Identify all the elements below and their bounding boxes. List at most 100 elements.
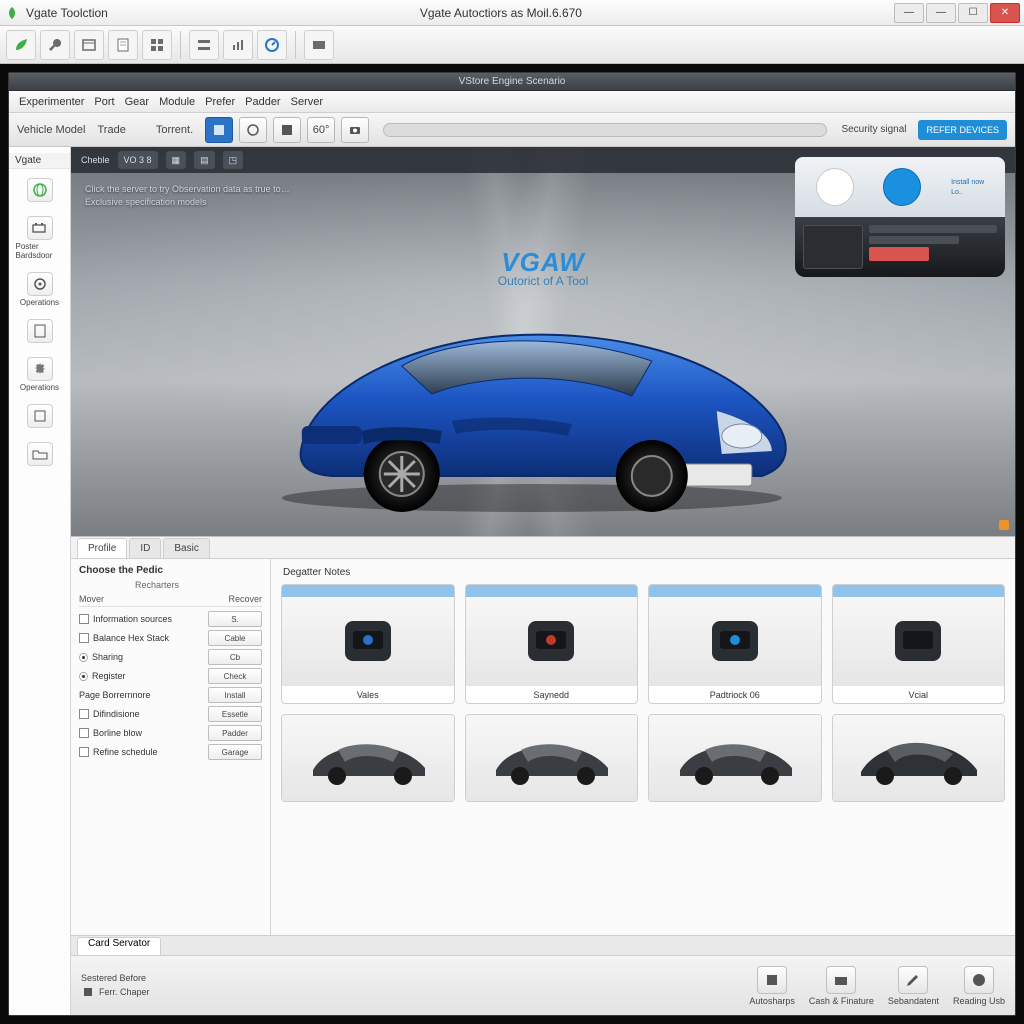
maximize-button[interactable]: ☐: [958, 3, 988, 23]
checkbox[interactable]: [79, 728, 89, 738]
status-item[interactable]: Cash & Finature: [809, 966, 874, 1006]
option-button[interactable]: Check: [208, 668, 262, 684]
globe-icon: [27, 178, 53, 202]
sidebar-item[interactable]: [16, 439, 64, 471]
hero-chip[interactable]: VO 3 8: [118, 151, 158, 169]
menu-item[interactable]: Experimenter: [19, 96, 84, 108]
checkbox[interactable]: [79, 633, 89, 643]
workspace: VStore Engine Scenario Experimenter Port…: [0, 64, 1024, 1024]
status-item[interactable]: Autosharps: [749, 966, 795, 1006]
tab-basic[interactable]: Basic: [163, 538, 209, 558]
folder-icon: [27, 442, 53, 466]
close-button[interactable]: ✕: [990, 3, 1020, 23]
hero-chip[interactable]: ▦: [166, 151, 187, 169]
sidebar-item[interactable]: Poster Bardsdoor: [16, 213, 64, 263]
menu-item[interactable]: Padder: [245, 96, 280, 108]
titlebar: Vgate Toolction Vgate Autoctiors as Moil…: [0, 0, 1024, 26]
option-button[interactable]: Padder: [208, 725, 262, 741]
hero-chip[interactable]: ◳: [223, 151, 244, 169]
menu-item[interactable]: Port: [94, 96, 114, 108]
document-icon: [27, 319, 53, 343]
finance-icon: [826, 966, 856, 994]
tool-app-icon[interactable]: [304, 30, 334, 60]
option-row: ⦿ SharingCb: [79, 649, 262, 665]
option-button[interactable]: Cable: [208, 630, 262, 646]
tool-window-icon[interactable]: [74, 30, 104, 60]
menu-item[interactable]: Gear: [125, 96, 149, 108]
device-tile[interactable]: Padtriock 06: [648, 584, 822, 704]
checkbox[interactable]: [79, 614, 89, 624]
promo-icon: [816, 168, 854, 206]
mode-button[interactable]: [205, 117, 233, 143]
hero-blurb-line: Exclusive specification models: [85, 196, 290, 209]
hero-chip[interactable]: ▤: [194, 151, 215, 169]
promo-card[interactable]: Install now Lo..: [795, 157, 1005, 277]
tool-chart-icon[interactable]: [223, 30, 253, 60]
menu-item[interactable]: Server: [291, 96, 323, 108]
usb-icon: [964, 966, 994, 994]
device-tile[interactable]: Saynedd: [465, 584, 639, 704]
obd-device-icon: [833, 597, 1005, 685]
tab-profile[interactable]: Profile: [77, 538, 127, 558]
tool-grid-icon[interactable]: [142, 30, 172, 60]
device-tile[interactable]: Vales: [281, 584, 455, 704]
degree-button[interactable]: 60°: [307, 117, 335, 143]
tool-wrench-icon[interactable]: [40, 30, 70, 60]
security-link[interactable]: Security signal: [841, 124, 906, 135]
tool-page-icon[interactable]: [108, 30, 138, 60]
menu-item[interactable]: Module: [159, 96, 195, 108]
camera-button[interactable]: [341, 117, 369, 143]
vehicle-tile[interactable]: [832, 714, 1006, 802]
device-tile[interactable]: Vcial: [832, 584, 1006, 704]
promo-header: Install now Lo..: [795, 157, 1005, 217]
tool-leaf-icon[interactable]: [6, 30, 36, 60]
option-row: Refine scheduleGarage: [79, 744, 262, 760]
tool-rows-icon[interactable]: [189, 30, 219, 60]
vehicle-tile[interactable]: [648, 714, 822, 802]
sidebar-item[interactable]: [16, 175, 64, 207]
status-item[interactable]: Sebandatent: [888, 966, 939, 1006]
tool-button[interactable]: [239, 117, 267, 143]
cog-icon: [27, 357, 53, 381]
status-item[interactable]: Reading Usb: [953, 966, 1005, 1006]
status-label: Autosharps: [749, 996, 795, 1006]
sidebar-item[interactable]: [16, 401, 64, 433]
sidebar-item[interactable]: [16, 316, 64, 348]
option-button[interactable]: Cb: [208, 649, 262, 665]
hero-banner: Cheble VO 3 8 ▦ ▤ ◳ Click the server to …: [71, 147, 1015, 537]
toolbar-separator: [180, 31, 181, 59]
save-button[interactable]: [273, 117, 301, 143]
status-tabs: Card Servator: [71, 935, 1015, 955]
vehicle-tile[interactable]: [465, 714, 639, 802]
trade-label: Trade: [98, 124, 126, 136]
option-row: Page BorrernnoreInstall: [79, 687, 262, 703]
option-button[interactable]: Install: [208, 687, 262, 703]
checkbox[interactable]: [79, 747, 89, 757]
checkbox[interactable]: [79, 709, 89, 719]
restore-button[interactable]: —: [926, 3, 956, 23]
minimize-button[interactable]: —: [894, 3, 924, 23]
option-button[interactable]: Garage: [208, 744, 262, 760]
promo-labels: Install now Lo..: [951, 179, 984, 196]
tool-gauge-icon[interactable]: [257, 30, 287, 60]
sidebar-item[interactable]: Operations: [16, 269, 64, 310]
promo-badge: [869, 247, 929, 261]
cube-icon: [27, 404, 53, 428]
promo-icon: [883, 168, 921, 206]
sidebar-item[interactable]: Operations: [16, 354, 64, 395]
vehicle-tile[interactable]: [281, 714, 455, 802]
option-row: Borline blowPadder: [79, 725, 262, 741]
option-button[interactable]: S.: [208, 611, 262, 627]
sedan-icon: [466, 715, 638, 801]
toolbar-separator: [295, 31, 296, 59]
status-tab[interactable]: Card Servator: [77, 937, 161, 955]
options-columns: Mover Recover: [79, 594, 262, 607]
status-label: Sebandatent: [888, 996, 939, 1006]
option-button[interactable]: Essetle: [208, 706, 262, 722]
menu-item[interactable]: Prefer: [205, 96, 235, 108]
tab-id[interactable]: ID: [129, 538, 161, 558]
torrent-label[interactable]: Torrent.: [156, 124, 193, 136]
notification-icon[interactable]: [999, 520, 1009, 530]
refer-devices-button[interactable]: REFER DEVICES: [918, 120, 1007, 140]
tile-label: Saynedd: [466, 685, 638, 703]
